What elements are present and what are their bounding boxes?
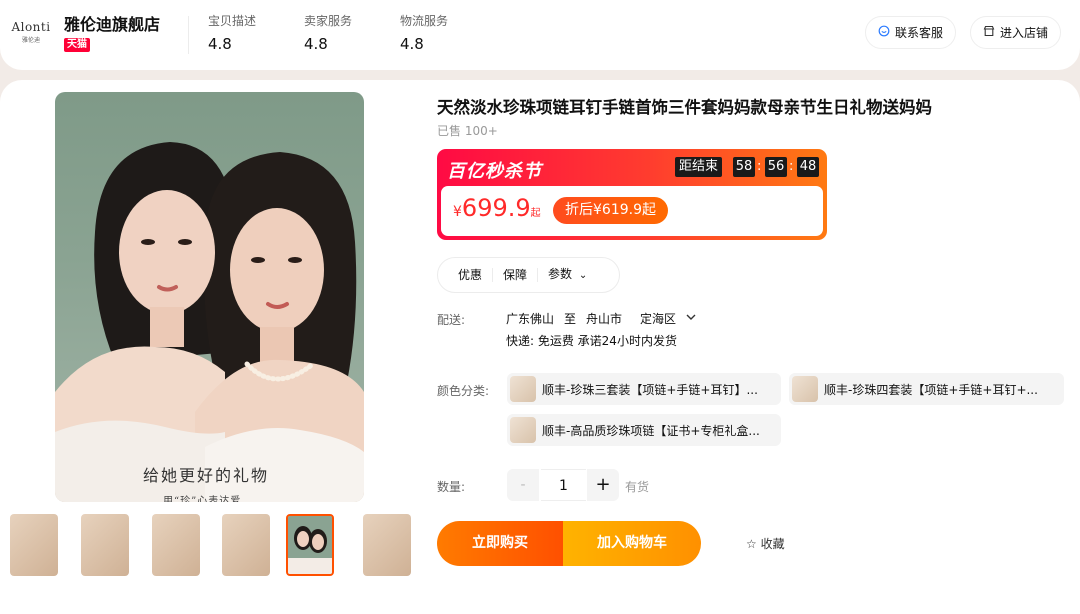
color-option-label: 顺丰-高品质珍珠项链【证书+专柜礼盒... xyxy=(542,423,760,438)
thumbnail-4[interactable] xyxy=(222,514,270,576)
chevron-down-icon xyxy=(686,313,696,324)
countdown-hours: 58 xyxy=(733,157,755,177)
quantity-decrease-button[interactable]: - xyxy=(507,469,539,501)
tab-params-label: 参数 xyxy=(548,267,573,281)
add-to-cart-button[interactable]: 加入购物车 xyxy=(563,521,701,566)
countdown-minutes: 56 xyxy=(765,157,787,177)
header-divider xyxy=(188,16,189,54)
rating-logistics: 物流服务 4.8 xyxy=(400,12,448,53)
thumbnail-3[interactable] xyxy=(152,514,200,576)
sold-count: 已售 100+ xyxy=(437,124,498,138)
shipping-info: 快递: 免运费 承诺24小时内发货 xyxy=(506,334,677,348)
tab-params[interactable]: 参数 ⌄ xyxy=(538,267,597,283)
image-caption: 给她更好的礼物 xyxy=(143,466,270,485)
chevron-down-icon: ⌄ xyxy=(578,270,588,281)
thumbnail-1[interactable] xyxy=(10,514,58,576)
contact-service-button[interactable]: 联系客服 xyxy=(865,16,957,49)
store-logo[interactable]: Alonti 雅伦迪 xyxy=(10,20,52,44)
color-swatch xyxy=(510,417,536,443)
quantity-label: 数量: xyxy=(437,480,466,494)
countdown-seconds: 48 xyxy=(797,157,819,177)
color-option-1[interactable]: 顺丰-珍珠三套装【项链+手链+耳钉】... xyxy=(507,373,781,405)
thumbnail-6[interactable] xyxy=(363,514,411,576)
thumbnail-2[interactable] xyxy=(81,514,129,576)
delivery-label: 配送: xyxy=(437,313,466,327)
color-swatch xyxy=(792,376,818,402)
product-title: 天然淡水珍珠项链耳钉手链首饰三件套妈妈款母亲节生日礼物送妈妈 xyxy=(437,98,932,117)
promo-name: 百亿秒杀节 xyxy=(447,161,542,182)
rating-label: 宝贝描述 xyxy=(208,14,257,28)
product-panel: 给她更好的礼物 用“珍”心表达爱 天然淡水珍珠项链耳钉手链首饰三件套妈妈款母亲节… xyxy=(0,80,1080,614)
thumbnail-models xyxy=(288,516,332,574)
models-illustration xyxy=(55,142,364,502)
price-card: 百亿秒杀节 距结束 58 : 56 : 48 ¥699.9起 折后¥619.9起 xyxy=(437,149,827,240)
price-value: 699.9 xyxy=(461,194,531,222)
countdown-separator: : xyxy=(789,159,794,174)
enter-store-button[interactable]: 进入店铺 xyxy=(970,16,1062,49)
color-option-label: 顺丰-珍珠四套装【项链+手链+耳钉+... xyxy=(824,382,1038,397)
favorite-button[interactable]: ☆ 收藏 xyxy=(746,535,785,552)
store-name[interactable]: 雅伦迪旗舰店 xyxy=(64,11,160,35)
logo-text: Alonti xyxy=(11,20,51,34)
store-icon xyxy=(983,25,995,40)
quantity-increase-button[interactable]: + xyxy=(587,469,619,501)
color-option-3[interactable]: 顺丰-高品质珍珠项链【证书+专柜礼盒... xyxy=(507,414,781,446)
color-option-label: 顺丰-珍珠三套装【项链+手链+耳钉】... xyxy=(542,382,758,397)
price-suffix: 起 xyxy=(530,208,541,219)
currency-symbol: ¥ xyxy=(453,204,462,220)
delivery-selector[interactable]: 广东佛山 至 舟山市 定海区 xyxy=(506,310,696,327)
star-icon: ☆ xyxy=(746,537,757,551)
color-option-2[interactable]: 顺丰-珍珠四套装【项链+手链+耳钉+... xyxy=(789,373,1064,405)
tmall-badge: 天猫 xyxy=(64,38,90,52)
chat-icon xyxy=(878,25,890,40)
image-subcaption: 用“珍”心表达爱 xyxy=(163,496,242,502)
color-label: 颜色分类: xyxy=(437,384,490,398)
price: ¥699.9起 xyxy=(453,194,541,222)
rating-value: 4.8 xyxy=(400,35,424,53)
color-swatch xyxy=(510,376,536,402)
rating-value: 4.8 xyxy=(304,35,328,53)
product-main-image[interactable]: 给她更好的礼物 用“珍”心表达爱 xyxy=(55,92,364,502)
rating-description: 宝贝描述 4.8 xyxy=(208,12,256,53)
ship-from: 广东佛山 xyxy=(506,312,555,326)
ship-to-word: 至 xyxy=(564,312,577,326)
contact-service-label: 联系客服 xyxy=(895,26,944,40)
countdown-separator: : xyxy=(757,159,762,174)
rating-value: 4.8 xyxy=(208,35,232,53)
favorite-label: 收藏 xyxy=(760,537,785,551)
buy-now-button[interactable]: 立即购买 xyxy=(437,521,563,566)
tab-offers[interactable]: 优惠 xyxy=(438,268,494,282)
enter-store-label: 进入店铺 xyxy=(1000,26,1049,40)
ship-city: 舟山市 xyxy=(586,312,623,326)
logo-subtext: 雅伦迪 xyxy=(21,37,40,44)
rating-label: 物流服务 xyxy=(400,14,449,28)
tab-guarantee[interactable]: 保障 xyxy=(493,268,539,282)
store-header: Alonti 雅伦迪 雅伦迪旗舰店 天猫 宝贝描述 4.8 卖家服务 4.8 物… xyxy=(0,0,1080,70)
ship-district: 定海区 xyxy=(640,312,677,326)
price-box: ¥699.9起 折后¥619.9起 xyxy=(441,186,823,236)
rating-service: 卖家服务 4.8 xyxy=(304,12,352,53)
discount-price-tag: 折后¥619.9起 xyxy=(553,197,668,224)
info-tabs: 优惠 保障 参数 ⌄ xyxy=(437,257,620,293)
countdown-label: 距结束 xyxy=(675,157,723,177)
stock-status: 有货 xyxy=(625,480,650,494)
rating-label: 卖家服务 xyxy=(304,14,353,28)
thumbnail-5-selected[interactable] xyxy=(286,514,334,576)
quantity-input[interactable]: 1 xyxy=(541,469,586,501)
